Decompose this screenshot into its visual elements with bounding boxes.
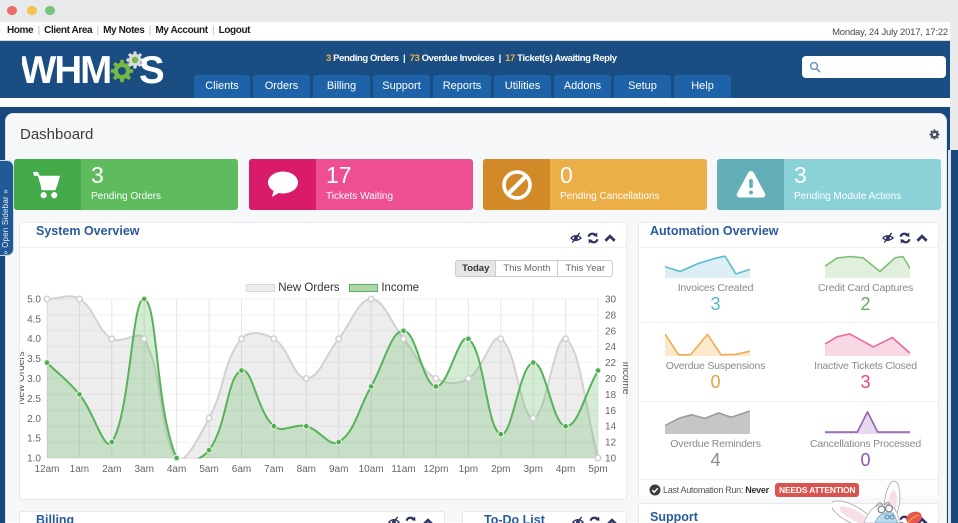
svg-text:1pm: 1pm	[459, 464, 478, 475]
svg-text:14: 14	[605, 422, 617, 433]
svg-text:6am: 6am	[232, 464, 251, 475]
svg-text:2am: 2am	[102, 464, 121, 475]
svg-text:New Orders: New Orders	[20, 351, 27, 404]
svg-text:4.0: 4.0	[27, 334, 41, 345]
svg-text:12pm: 12pm	[423, 464, 448, 475]
svg-text:3am: 3am	[134, 464, 153, 475]
svg-text:5pm: 5pm	[588, 464, 607, 475]
svg-text:28: 28	[605, 310, 617, 321]
svg-text:S: S	[139, 49, 165, 91]
svg-text:12am: 12am	[34, 464, 59, 475]
svg-text:2pm: 2pm	[491, 464, 510, 475]
svg-text:3pm: 3pm	[523, 464, 542, 475]
svg-text:3.0: 3.0	[27, 374, 41, 385]
svg-text:22: 22	[605, 358, 617, 369]
svg-text:5am: 5am	[199, 464, 218, 475]
svg-text:2.5: 2.5	[27, 394, 41, 405]
svg-text:12: 12	[605, 438, 617, 449]
svg-text:30: 30	[605, 295, 617, 306]
svg-text:2.0: 2.0	[27, 414, 41, 425]
svg-text:10am: 10am	[359, 464, 384, 475]
svg-text:9am: 9am	[329, 464, 348, 475]
svg-text:26: 26	[605, 326, 617, 337]
svg-text:8am: 8am	[297, 464, 316, 475]
svg-text:1.5: 1.5	[27, 434, 41, 445]
svg-text:5.0: 5.0	[27, 295, 41, 306]
svg-text:20: 20	[605, 374, 617, 385]
svg-text:11am: 11am	[391, 464, 415, 475]
svg-text:18: 18	[605, 390, 617, 401]
svg-text:16: 16	[605, 406, 617, 417]
svg-text:3.5: 3.5	[27, 354, 41, 365]
svg-text:4pm: 4pm	[556, 464, 575, 475]
svg-text:4am: 4am	[167, 464, 186, 475]
svg-text:1.0: 1.0	[27, 454, 41, 465]
svg-text:10: 10	[605, 454, 617, 465]
svg-text:7am: 7am	[264, 464, 283, 475]
svg-text:4.5: 4.5	[27, 314, 41, 325]
svg-text:24: 24	[605, 342, 617, 353]
svg-text:WHM: WHM	[22, 49, 110, 91]
svg-text:Income: Income	[620, 362, 628, 395]
svg-text:1am: 1am	[70, 464, 89, 475]
